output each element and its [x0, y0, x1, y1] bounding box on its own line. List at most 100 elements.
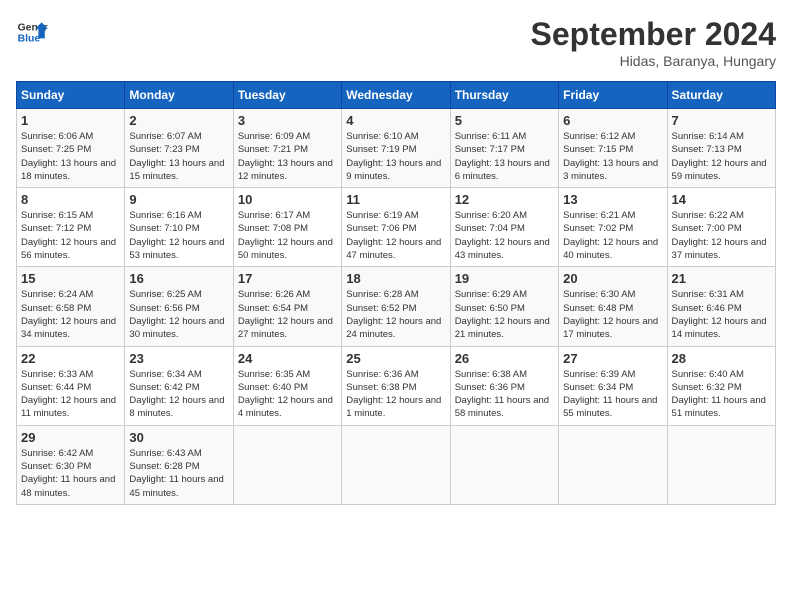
calendar-cell: 11 Sunrise: 6:19 AMSunset: 7:06 PMDayligh… [342, 188, 450, 267]
calendar-header-row: SundayMondayTuesdayWednesdayThursdayFrid… [17, 82, 776, 109]
day-detail: Sunrise: 6:30 AMSunset: 6:48 PMDaylight:… [563, 288, 662, 341]
day-detail: Sunrise: 6:17 AMSunset: 7:08 PMDaylight:… [238, 209, 337, 262]
header-day-thursday: Thursday [450, 82, 558, 109]
day-detail: Sunrise: 6:15 AMSunset: 7:12 PMDaylight:… [21, 209, 120, 262]
day-detail: Sunrise: 6:16 AMSunset: 7:10 PMDaylight:… [129, 209, 228, 262]
calendar-cell: 24 Sunrise: 6:35 AMSunset: 6:40 PMDayligh… [233, 346, 341, 425]
calendar-cell: 22 Sunrise: 6:33 AMSunset: 6:44 PMDayligh… [17, 346, 125, 425]
day-number: 2 [129, 113, 228, 128]
day-number: 28 [672, 351, 771, 366]
calendar-week-row: 15 Sunrise: 6:24 AMSunset: 6:58 PMDayligh… [17, 267, 776, 346]
calendar-cell: 20 Sunrise: 6:30 AMSunset: 6:48 PMDayligh… [559, 267, 667, 346]
day-detail: Sunrise: 6:06 AMSunset: 7:25 PMDaylight:… [21, 130, 120, 183]
calendar-cell: 1 Sunrise: 6:06 AMSunset: 7:25 PMDaylight… [17, 109, 125, 188]
calendar-cell: 26Sunrise: 6:38 AMSunset: 6:36 PMDayligh… [450, 346, 558, 425]
day-number: 9 [129, 192, 228, 207]
calendar-cell: 4Sunrise: 6:10 AMSunset: 7:19 PMDaylight… [342, 109, 450, 188]
calendar-week-row: 1 Sunrise: 6:06 AMSunset: 7:25 PMDaylight… [17, 109, 776, 188]
calendar-cell [559, 425, 667, 504]
calendar-cell: 23Sunrise: 6:34 AMSunset: 6:42 PMDayligh… [125, 346, 233, 425]
day-detail: Sunrise: 6:21 AMSunset: 7:02 PMDaylight:… [563, 209, 662, 262]
day-detail: Sunrise: 6:09 AMSunset: 7:21 PMDaylight:… [238, 130, 337, 183]
svg-text:Blue: Blue [18, 34, 41, 45]
day-number: 18 [346, 271, 445, 286]
calendar-cell: 18Sunrise: 6:28 AMSunset: 6:52 PMDayligh… [342, 267, 450, 346]
day-number: 13 [563, 192, 662, 207]
day-detail: Sunrise: 6:34 AMSunset: 6:42 PMDaylight:… [129, 368, 228, 421]
calendar-cell: 9 Sunrise: 6:16 AMSunset: 7:10 PMDaylight… [125, 188, 233, 267]
header-day-monday: Monday [125, 82, 233, 109]
day-number: 7 [672, 113, 771, 128]
calendar-cell: 3 Sunrise: 6:09 AMSunset: 7:21 PMDaylight… [233, 109, 341, 188]
day-number: 5 [455, 113, 554, 128]
month-title: September 2024 [531, 16, 776, 53]
calendar-week-row: 8 Sunrise: 6:15 AMSunset: 7:12 PMDaylight… [17, 188, 776, 267]
day-number: 26 [455, 351, 554, 366]
calendar-cell [450, 425, 558, 504]
calendar-cell [342, 425, 450, 504]
day-number: 16 [129, 271, 228, 286]
calendar-cell [667, 425, 775, 504]
header-day-wednesday: Wednesday [342, 82, 450, 109]
calendar-cell: 8 Sunrise: 6:15 AMSunset: 7:12 PMDaylight… [17, 188, 125, 267]
calendar-cell: 7 Sunrise: 6:14 AMSunset: 7:13 PMDaylight… [667, 109, 775, 188]
day-number: 12 [455, 192, 554, 207]
header: General Blue September 2024 Hidas, Baran… [16, 16, 776, 69]
calendar-table: SundayMondayTuesdayWednesdayThursdayFrid… [16, 81, 776, 505]
header-day-sunday: Sunday [17, 82, 125, 109]
day-number: 20 [563, 271, 662, 286]
calendar-body: 1 Sunrise: 6:06 AMSunset: 7:25 PMDaylight… [17, 109, 776, 505]
day-number: 1 [21, 113, 120, 128]
calendar-cell: 15 Sunrise: 6:24 AMSunset: 6:58 PMDayligh… [17, 267, 125, 346]
day-number: 25 [346, 351, 445, 366]
calendar-cell [233, 425, 341, 504]
calendar-cell: 14Sunrise: 6:22 AMSunset: 7:00 PMDayligh… [667, 188, 775, 267]
day-number: 17 [238, 271, 337, 286]
calendar-cell: 12 Sunrise: 6:20 AMSunset: 7:04 PMDayligh… [450, 188, 558, 267]
day-detail: Sunrise: 6:43 AMSunset: 6:28 PMDaylight:… [129, 447, 228, 500]
day-detail: Sunrise: 6:29 AMSunset: 6:50 PMDaylight:… [455, 288, 554, 341]
day-detail: Sunrise: 6:33 AMSunset: 6:44 PMDaylight:… [21, 368, 120, 421]
day-number: 19 [455, 271, 554, 286]
header-day-friday: Friday [559, 82, 667, 109]
day-detail: Sunrise: 6:42 AMSunset: 6:30 PMDaylight:… [21, 447, 120, 500]
day-number: 6 [563, 113, 662, 128]
day-detail: Sunrise: 6:07 AMSunset: 7:23 PMDaylight:… [129, 130, 228, 183]
day-number: 21 [672, 271, 771, 286]
day-detail: Sunrise: 6:36 AMSunset: 6:38 PMDaylight:… [346, 368, 445, 421]
calendar-week-row: 22 Sunrise: 6:33 AMSunset: 6:44 PMDayligh… [17, 346, 776, 425]
day-detail: Sunrise: 6:26 AMSunset: 6:54 PMDaylight:… [238, 288, 337, 341]
day-detail: Sunrise: 6:40 AMSunset: 6:32 PMDaylight:… [672, 368, 771, 421]
day-detail: Sunrise: 6:12 AMSunset: 7:15 PMDaylight:… [563, 130, 662, 183]
day-number: 14 [672, 192, 771, 207]
day-number: 8 [21, 192, 120, 207]
day-detail: Sunrise: 6:35 AMSunset: 6:40 PMDaylight:… [238, 368, 337, 421]
calendar-cell: 27 Sunrise: 6:39 AMSunset: 6:34 PMDayligh… [559, 346, 667, 425]
calendar-cell: 5Sunrise: 6:11 AMSunset: 7:17 PMDaylight… [450, 109, 558, 188]
day-number: 24 [238, 351, 337, 366]
calendar-cell: 19 Sunrise: 6:29 AMSunset: 6:50 PMDayligh… [450, 267, 558, 346]
calendar-cell: 21Sunrise: 6:31 AMSunset: 6:46 PMDayligh… [667, 267, 775, 346]
day-number: 11 [346, 192, 445, 207]
logo-icon: General Blue [16, 16, 48, 48]
day-detail: Sunrise: 6:39 AMSunset: 6:34 PMDaylight:… [563, 368, 662, 421]
day-number: 22 [21, 351, 120, 366]
day-detail: Sunrise: 6:14 AMSunset: 7:13 PMDaylight:… [672, 130, 771, 183]
day-number: 15 [21, 271, 120, 286]
day-number: 4 [346, 113, 445, 128]
logo: General Blue [16, 16, 48, 48]
day-detail: Sunrise: 6:24 AMSunset: 6:58 PMDaylight:… [21, 288, 120, 341]
day-detail: Sunrise: 6:20 AMSunset: 7:04 PMDaylight:… [455, 209, 554, 262]
calendar-cell: 17 Sunrise: 6:26 AMSunset: 6:54 PMDayligh… [233, 267, 341, 346]
calendar-cell: 6 Sunrise: 6:12 AMSunset: 7:15 PMDaylight… [559, 109, 667, 188]
day-number: 3 [238, 113, 337, 128]
day-number: 30 [129, 430, 228, 445]
calendar-cell: 13 Sunrise: 6:21 AMSunset: 7:02 PMDayligh… [559, 188, 667, 267]
calendar-week-row: 29Sunrise: 6:42 AMSunset: 6:30 PMDayligh… [17, 425, 776, 504]
calendar-cell: 2 Sunrise: 6:07 AMSunset: 7:23 PMDaylight… [125, 109, 233, 188]
day-detail: Sunrise: 6:19 AMSunset: 7:06 PMDaylight:… [346, 209, 445, 262]
calendar-cell: 28 Sunrise: 6:40 AMSunset: 6:32 PMDayligh… [667, 346, 775, 425]
header-day-tuesday: Tuesday [233, 82, 341, 109]
day-number: 27 [563, 351, 662, 366]
calendar-cell: 29Sunrise: 6:42 AMSunset: 6:30 PMDayligh… [17, 425, 125, 504]
